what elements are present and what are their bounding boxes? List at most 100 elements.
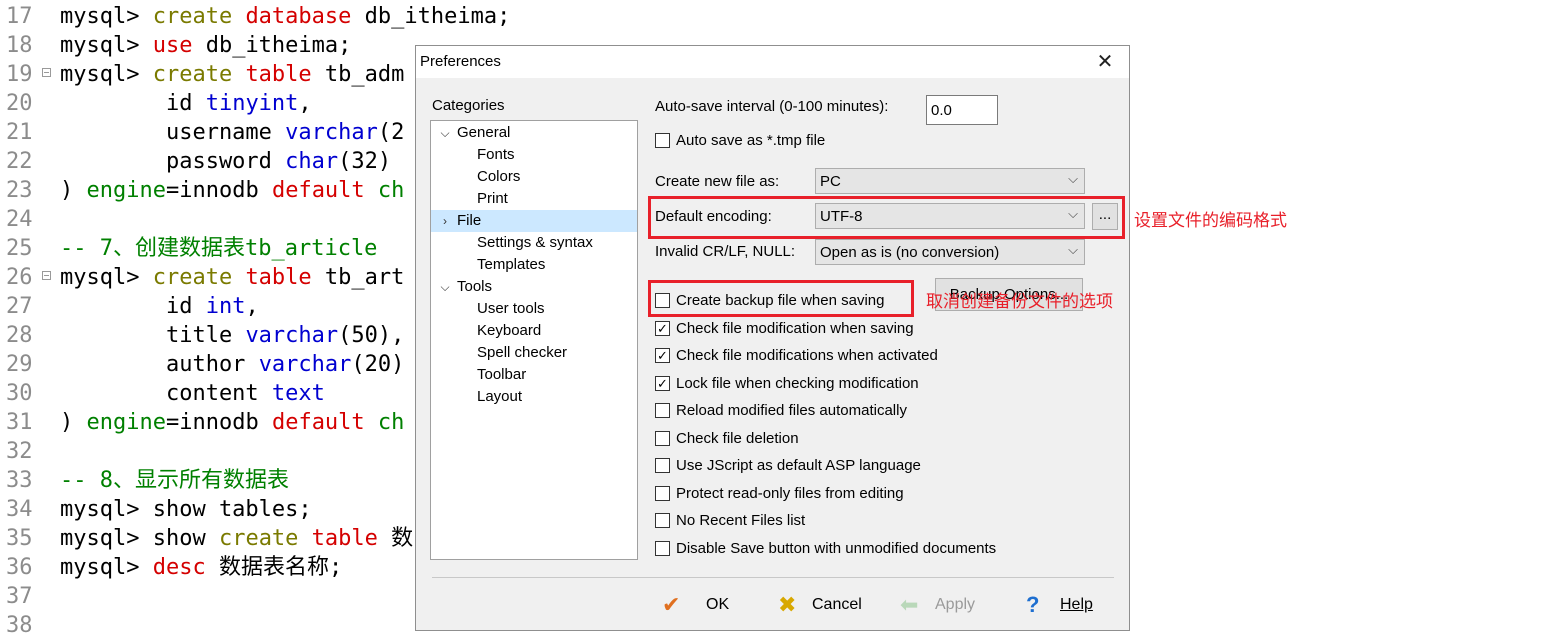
option-label: Lock file when checking modification — [676, 375, 919, 392]
tree-item-general[interactable]: ⌵ General — [431, 122, 637, 144]
code-token: db_itheima; — [205, 33, 352, 58]
tree-item-print[interactable]: Print — [431, 188, 637, 210]
checkbox-box[interactable] — [655, 403, 670, 418]
dialog-titlebar[interactable]: Preferences ✕ — [416, 46, 1129, 78]
option-label: Protect read-only files from editing — [676, 485, 904, 502]
option-checkbox[interactable]: ✓ Lock file when checking modification — [655, 373, 1055, 395]
line-number: 17 — [6, 4, 33, 29]
line-number: 23 — [6, 178, 33, 203]
option-label: Check file modification when saving — [676, 320, 914, 337]
tree-item-file[interactable]: › File — [431, 210, 637, 232]
tree-item-keyboard[interactable]: Keyboard — [431, 320, 637, 342]
code-token: varchar — [285, 120, 378, 145]
option-checkbox[interactable]: ✓ Check file modifications when activated — [655, 345, 1055, 367]
code-token: -- 7、创建数据表tb_article — [60, 236, 378, 261]
line-number: 34 — [6, 497, 33, 522]
autosave-interval-input[interactable] — [926, 95, 998, 125]
code-token: varchar — [258, 352, 352, 377]
line-number: 29 — [6, 352, 33, 377]
tree-item-label: Settings & syntax — [477, 234, 593, 251]
checkbox-box[interactable] — [655, 513, 670, 528]
option-checkbox[interactable]: No Recent Files list — [655, 510, 1055, 532]
chevron-down-icon[interactable]: ⌵ — [439, 276, 451, 298]
code-token: create — [152, 265, 246, 290]
apply-label: Apply — [935, 596, 976, 613]
option-checkbox[interactable]: Use JScript as default ASP language — [655, 455, 1055, 477]
code-text: mysql> use db_itheima; — [60, 31, 351, 60]
fold-toggle-icon[interactable] — [42, 68, 51, 77]
apply-button[interactable]: ⬅ Apply — [900, 591, 990, 621]
tree-item-templates[interactable]: Templates — [431, 254, 637, 276]
checkbox-checked-icon[interactable]: ✓ — [655, 321, 670, 336]
code-text: mysql> desc 数据表名称; — [60, 553, 342, 582]
help-label: Help — [1060, 596, 1093, 613]
option-checkbox[interactable]: Reload modified files automatically — [655, 400, 1055, 422]
line-number: 31 — [6, 410, 33, 435]
fold-toggle-icon[interactable] — [42, 271, 51, 280]
autosave-tmp-checkbox[interactable]: Auto save as *.tmp file — [655, 130, 955, 152]
code-token: table — [245, 62, 325, 87]
code-token: mysql> — [60, 62, 153, 87]
code-text: ) engine=innodb default ch — [60, 176, 404, 205]
code-token: username — [60, 120, 286, 145]
tree-item-colors[interactable]: Colors — [431, 166, 637, 188]
line-number: 36 — [6, 555, 33, 580]
code-token: desc — [152, 555, 219, 580]
tree-item-toolbar[interactable]: Toolbar — [431, 364, 637, 386]
code-token: int — [205, 294, 246, 319]
code-token: (20) — [351, 352, 405, 377]
tree-item-settings-syntax[interactable]: Settings & syntax — [431, 232, 637, 254]
encoding-annotation: 设置文件的编码格式 — [1134, 211, 1287, 231]
close-icon[interactable]: ✕ — [1093, 50, 1117, 74]
checkbox-box[interactable] — [655, 541, 670, 556]
code-token: create — [152, 62, 246, 87]
option-checkbox[interactable]: ✓ Check file modification when saving — [655, 318, 1055, 340]
code-text: password char(32) — [60, 147, 391, 176]
code-token: char — [285, 149, 339, 174]
code-text: mysql> show create table 数 — [60, 524, 413, 553]
chevron-right-icon[interactable]: › — [439, 210, 451, 232]
categories-tree[interactable]: ⌵ General Fonts Colors Print › File Settings & … — [430, 120, 638, 560]
help-button[interactable]: ? Help — [1026, 591, 1106, 621]
tree-item-tools[interactable]: ⌵ Tools — [431, 276, 637, 298]
checkbox-box[interactable] — [655, 431, 670, 446]
create-new-file-select[interactable]: PC ⌵ — [815, 168, 1085, 194]
code-token: table — [311, 526, 392, 551]
code-token: tb_art — [324, 265, 405, 290]
code-token: mysql> — [60, 555, 153, 580]
line-number: 24 — [6, 207, 33, 232]
option-checkbox[interactable]: Protect read-only files from editing — [655, 483, 1055, 505]
option-checkbox[interactable]: Check file deletion — [655, 428, 1055, 450]
left-arrow-icon: ⬅ — [900, 592, 919, 617]
code-token: , — [245, 294, 259, 319]
ok-label: OK — [706, 596, 730, 613]
cancel-button[interactable]: ✖ Cancel — [778, 591, 878, 621]
code-token: mysql> — [60, 4, 153, 29]
checkbox-box[interactable] — [655, 486, 670, 501]
create-new-file-value: PC — [820, 173, 841, 190]
code-token: =innodb — [165, 178, 272, 203]
tree-item-spell-checker[interactable]: Spell checker — [431, 342, 637, 364]
tree-item-label: General — [457, 124, 511, 141]
chevron-down-icon[interactable]: ⌵ — [439, 122, 451, 144]
option-label: Use JScript as default ASP language — [676, 457, 921, 474]
code-token: default — [271, 178, 378, 203]
backup-highlight-box — [648, 280, 914, 317]
option-label: Check file deletion — [676, 430, 799, 447]
code-token: -- 8、显示所有数据表 — [60, 468, 289, 493]
tree-item-user-tools[interactable]: User tools — [431, 298, 637, 320]
tree-item-fonts[interactable]: Fonts — [431, 144, 637, 166]
checkbox-checked-icon[interactable]: ✓ — [655, 376, 670, 391]
line-number: 19 — [6, 62, 33, 87]
invalid-crlf-select[interactable]: Open as is (no conversion) ⌵ — [815, 239, 1085, 265]
checkbox-box[interactable] — [655, 133, 670, 148]
tree-item-layout[interactable]: Layout — [431, 386, 637, 408]
ok-button[interactable]: ✔ OK — [662, 591, 742, 621]
checkbox-checked-icon[interactable]: ✓ — [655, 348, 670, 363]
option-checkbox[interactable]: Disable Save button with unmodified docu… — [655, 538, 1055, 560]
checkbox-box[interactable] — [655, 458, 670, 473]
option-label: Reload modified files automatically — [676, 402, 907, 419]
tree-item-label: Tools — [457, 278, 493, 295]
code-token: password — [60, 149, 286, 174]
invalid-crlf-label: Invalid CR/LF, NULL: — [655, 243, 796, 260]
